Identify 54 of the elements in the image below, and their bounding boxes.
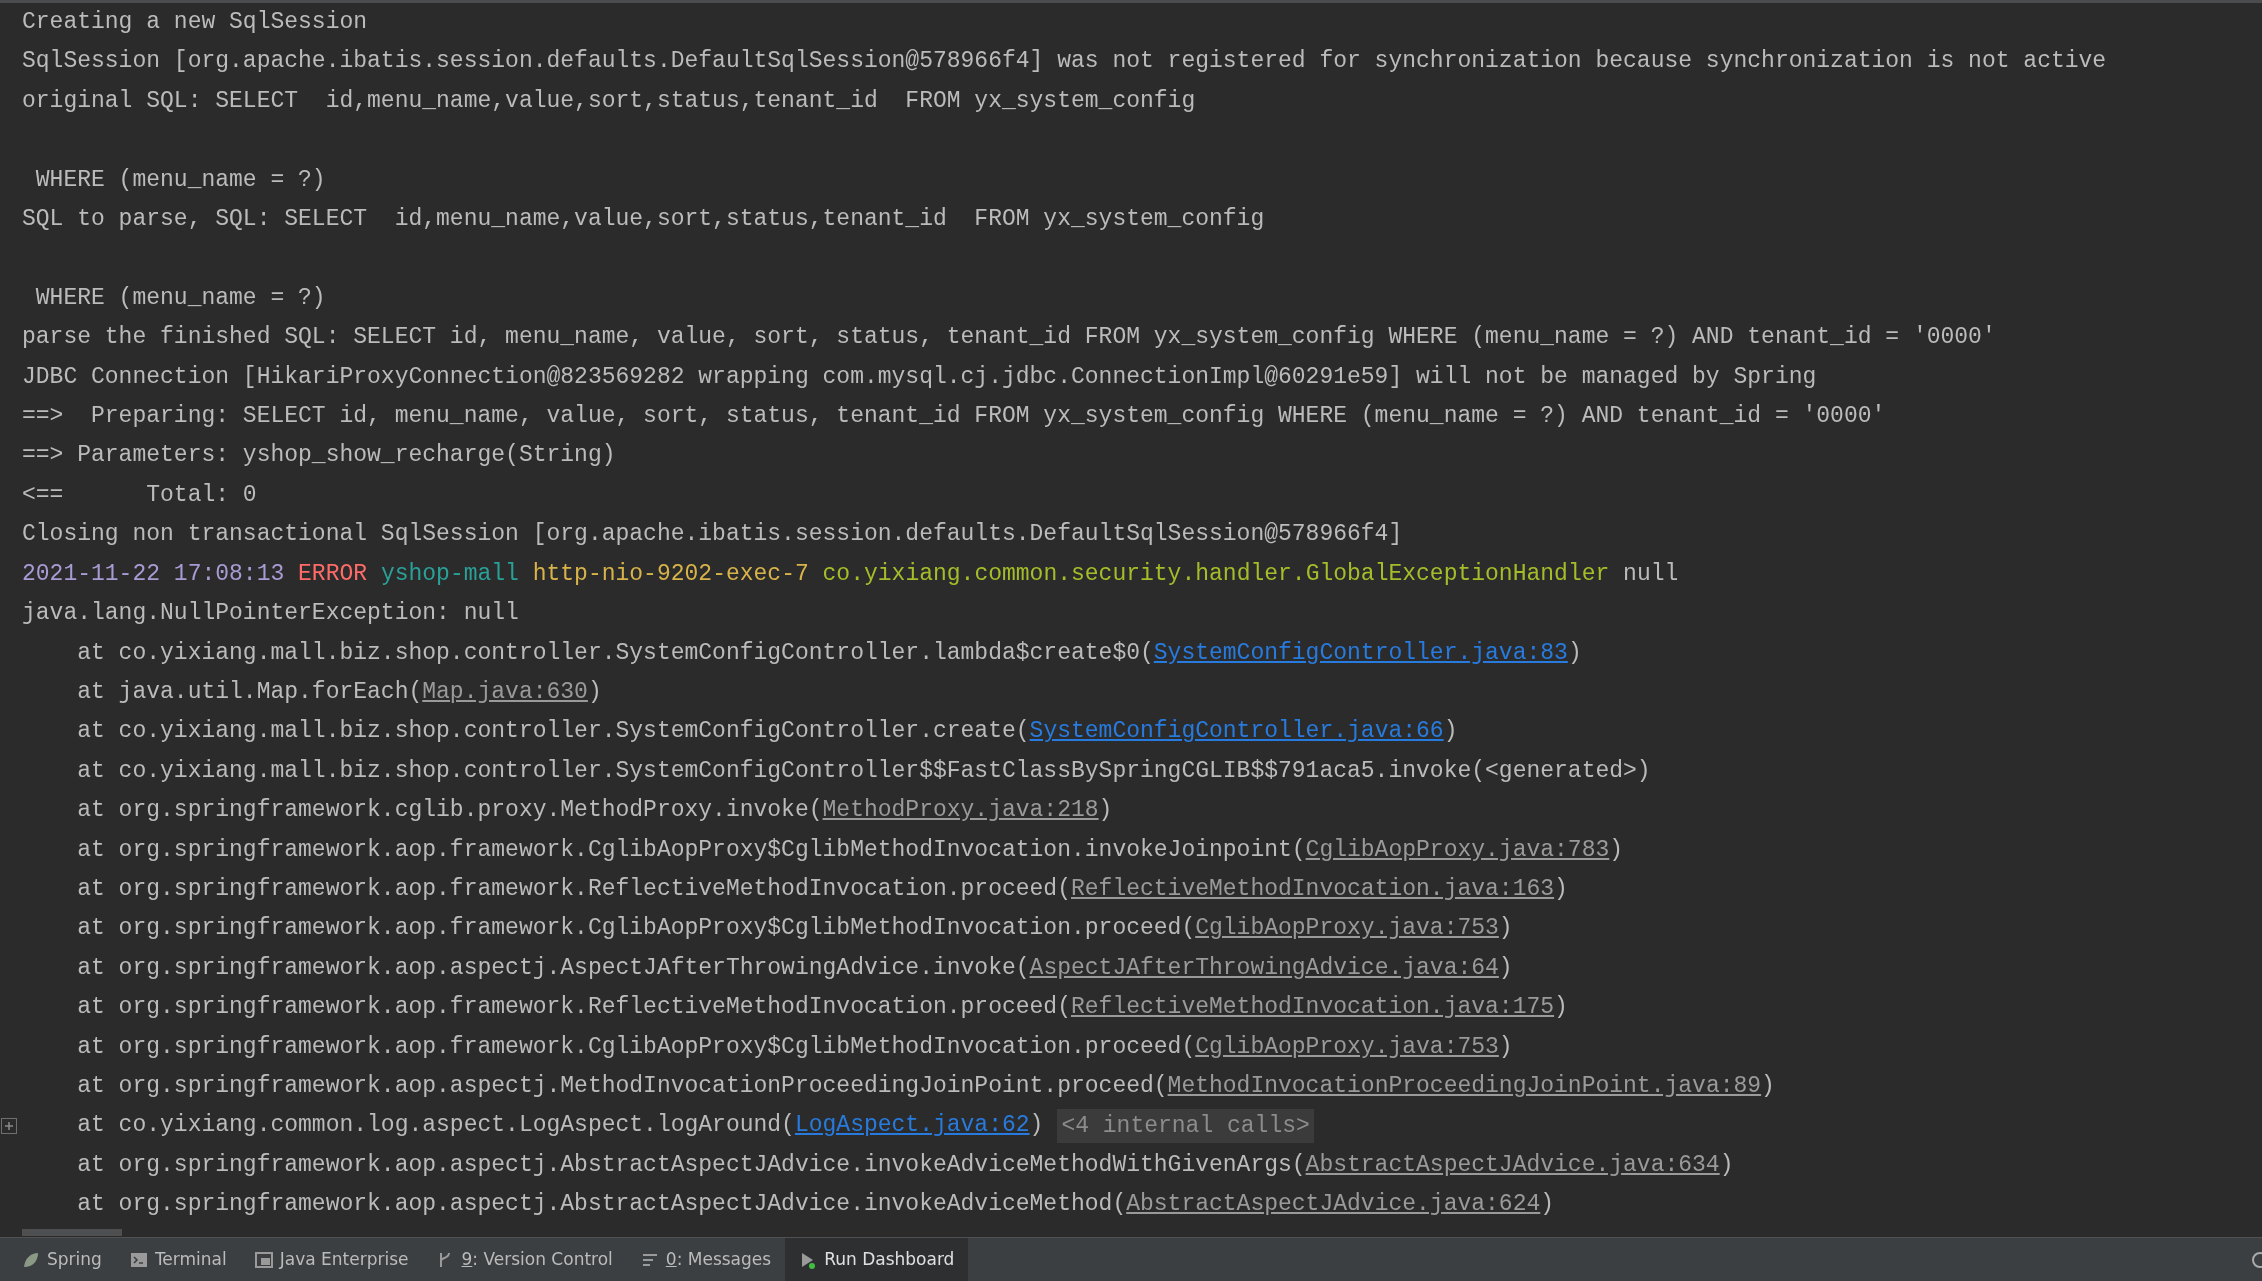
source-link[interactable]: CglibAopProxy.java:753 — [1195, 915, 1499, 942]
log-line: Closing non transactional SqlSession [org.apache.ibatis.session.defaults.DefaultSqlSession@578966f4] — [22, 520, 1403, 550]
log-line: 2021-11-22 17:08:13 ERROR yshop-mall http-nio-9202-exec-7 co.yixiang.common.security.handler.GlobalExceptionHandler null — [22, 559, 1679, 589]
tool-window-tab[interactable]: 9: Version Control — [422, 1238, 627, 1281]
leaf-icon — [22, 1250, 40, 1269]
tool-window-tab[interactable]: Java Enterprise — [240, 1238, 423, 1281]
log-line: <== Total: 0 — [22, 480, 257, 510]
log-line: at org.springframework.aop.aspectj.AspectJAfterThrowingAdvice.invoke(AspectJAfterThrowingAdvice.java:64) — [76, 953, 1513, 983]
log-line: SQL to parse, SQL: SELECT id,menu_name,value,sort,status,tenant_id FROM yx_system_config WHERE (menu_name = ?) — [22, 205, 1265, 313]
source-link[interactable]: LogAspect.java:62 — [794, 1112, 1030, 1139]
source-link[interactable]: ReflectiveMethodInvocation.java:175 — [1071, 994, 1555, 1021]
log-line: SqlSession [org.apache.ibatis.session.defaults.DefaultSqlSession@578966f4] was not registered for synchronization because synchronization is not active — [22, 47, 2107, 77]
log-line: ==> Preparing: SELECT id, menu_name, value, sort, status, tenant_id FROM yx_system_config WHERE (menu_name = ?) AND tenant_id = '0000' — [22, 402, 1886, 432]
log-line: JDBC Connection [HikariProxyConnection@823569282 wrapping com.mysql.cj.jdbc.ConnectionImpl@60291e59] will not be managed by Spring — [22, 362, 1817, 392]
log-line: java.lang.NullPointerException: null — [22, 599, 519, 629]
log-line: at co.yixiang.mall.biz.shop.controller.SystemConfigController.lambda$create$0(SystemConfigController.java:83) — [76, 638, 1582, 668]
source-link[interactable]: AbstractAspectJAdvice.java:624 — [1126, 1191, 1541, 1218]
source-link[interactable]: MethodProxy.java:218 — [822, 797, 1099, 824]
source-link[interactable]: MethodInvocationProceedingJoinPoint.java:89 — [1167, 1072, 1762, 1099]
internal-calls-label[interactable]: <4 internal calls> — [1057, 1109, 1314, 1144]
source-link[interactable]: CglibAopProxy.java:783 — [1305, 836, 1610, 863]
log-line: at org.springframework.aop.framework.CglibAopProxy$CglibMethodInvocation.invokeJoinpoint(CglibAopProxy.java:783) — [76, 835, 1624, 865]
source-link[interactable]: ReflectiveMethodInvocation.java:163 — [1071, 875, 1555, 902]
log-line: at org.springframework.aop.framework.CglibAopProxy$CglibMethodInvocation.proceed(CglibAopProxy.java:753) — [76, 1032, 1513, 1062]
source-link[interactable]: SystemConfigController.java:66 — [1029, 718, 1444, 745]
source-link[interactable]: SystemConfigController.java:83 — [1153, 639, 1568, 666]
tool-window-tab[interactable]: 0: Messages — [626, 1238, 786, 1281]
log-line: at java.util.Map.forEach(Map.java:630) — [76, 677, 602, 707]
log-line: Creating a new SqlSession — [22, 8, 368, 37]
log-line: at co.yixiang.common.log.aspect.LogAspect.logAround(LogAspect.java:62) — [76, 1111, 1044, 1141]
log-line: at org.springframework.cglib.proxy.MethodProxy.invoke(MethodProxy.java:218) — [76, 796, 1113, 826]
log-line: at org.springframework.aop.aspectj.MethodInvocationProceedingJoinPoint.proceed(MethodInvocationProceedingJoinPoint.java:89) — [76, 1071, 1775, 1101]
tool-window-tab[interactable]: Terminal — [115, 1238, 241, 1281]
source-link[interactable]: CglibAopProxy.java:753 — [1195, 1033, 1499, 1060]
scrollbar-thumb[interactable] — [22, 1229, 122, 1236]
log-line: original SQL: SELECT id,menu_name,value,sort,status,tenant_id FROM yx_system_config WHERE (menu_name = ?) — [22, 86, 1196, 195]
log-line: at org.springframework.aop.framework.ReflectiveMethodInvocation.proceed(ReflectiveMethodInvocation.java:163) — [76, 874, 1568, 904]
log-line: parse the finished SQL: SELECT id, menu_name, value, sort, status, tenant_id FROM yx_system_config WHERE (menu_name = ?) AND tenant_id = '0000' — [22, 323, 1996, 353]
source-link[interactable]: AbstractAspectJAdvice.java:634 — [1305, 1151, 1720, 1178]
log-line: ==> Parameters: yshop_show_recharge(String) — [22, 441, 616, 471]
source-link[interactable]: AspectJAfterThrowingAdvice.java:64 — [1029, 954, 1499, 981]
log-line: at org.springframework.aop.aspectj.AbstractAspectJAdvice.invokeAdviceMethod(AbstractAspectJAdvice.java:624) — [76, 1190, 1555, 1220]
log-line: at co.yixiang.mall.biz.shop.controller.SystemConfigController.create(SystemConfigController.java:66) — [76, 717, 1458, 747]
tool-window-tab[interactable]: Spring — [8, 1238, 116, 1281]
window-icon — [254, 1250, 273, 1269]
source-link[interactable]: Map.java:630 — [422, 678, 588, 705]
log-line: at org.springframework.aop.framework.CglibAopProxy$CglibMethodInvocation.proceed(CglibAopProxy.java:753) — [76, 914, 1513, 944]
expand-icon[interactable] — [0, 1117, 18, 1136]
terminal-icon — [129, 1250, 148, 1269]
run-icon — [799, 1250, 818, 1269]
tool-window-tab[interactable]: Run Dashboard — [785, 1238, 969, 1281]
log-line: at org.springframework.aop.framework.ReflectiveMethodInvocation.proceed(ReflectiveMethodInvocation.java:175) — [76, 993, 1568, 1023]
log-line: at org.springframework.aop.aspectj.AbstractAspectJAdvice.invokeAdviceMethodWithGivenArgs(AbstractAspectJAdvice.java:634) — [76, 1150, 1734, 1180]
log-line: at co.yixiang.mall.biz.shop.controller.SystemConfigController$$FastClassBySpringCGLIB$$791aca5.invoke(<generated>) — [76, 756, 1651, 786]
